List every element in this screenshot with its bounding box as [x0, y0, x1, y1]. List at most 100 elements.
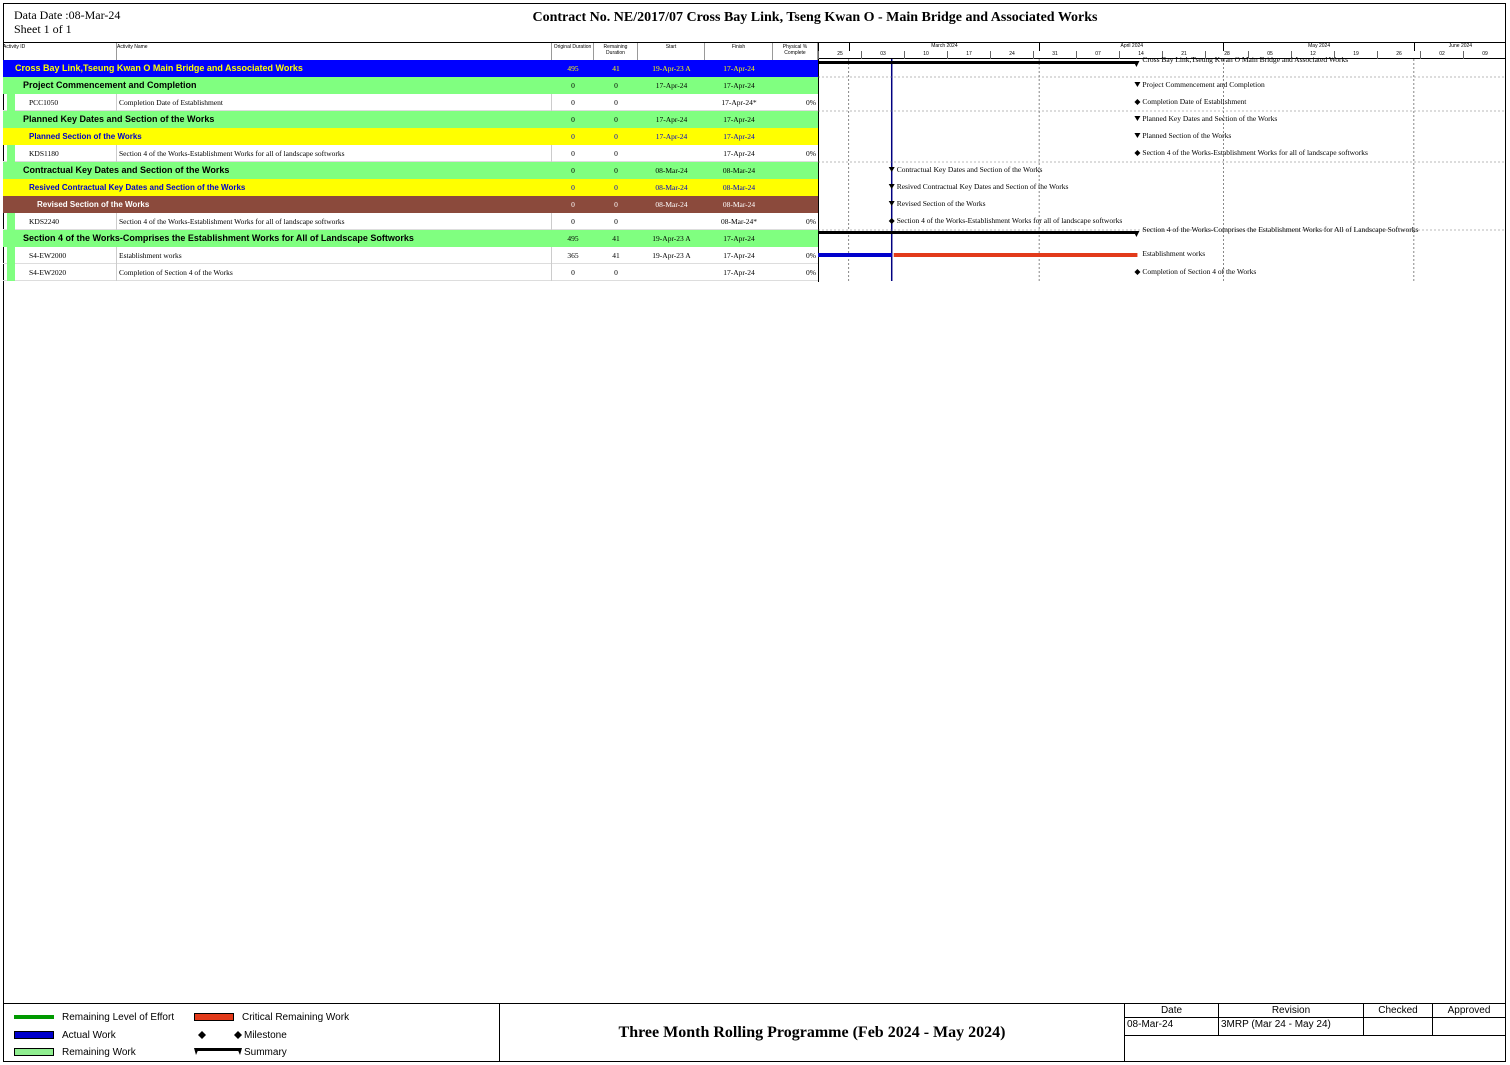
- header-left: Data Date :08-Mar-24 Sheet 1 of 1: [14, 8, 120, 36]
- bar-label: Resived Contractual Key Dates and Sectio…: [896, 182, 1069, 191]
- cell-pct: [773, 179, 818, 196]
- cell-finish: 08-Mar-24: [722, 200, 756, 209]
- activity-id: KDS2240: [29, 213, 117, 230]
- summary-milestone: [888, 201, 895, 206]
- cell-start: 19-Apr-23 A: [652, 64, 691, 73]
- wbs-name: Contractual Key Dates and Section of the…: [23, 165, 230, 175]
- gantt-chart: March 2024 April 2024 May 2024 June 2024 25 0…: [818, 42, 1506, 282]
- column-header: Activity ID Activity Name Original Durat…: [3, 42, 818, 61]
- wbs-name: Cross Bay Link,Tseung Kwan O Main Bridge…: [15, 63, 303, 73]
- wbs-name: Resived Contractual Key Dates and Sectio…: [29, 183, 246, 192]
- wbs-name: Planned Key Dates and Section of the Wor…: [23, 114, 215, 124]
- footer-title: Three Month Rolling Programme (Feb 2024 …: [500, 1003, 1124, 1062]
- indent-strip: [7, 264, 15, 281]
- summary-milestone: [1134, 116, 1141, 121]
- table-row[interactable]: S4-EW2020 Completion of Section 4 of the …: [3, 264, 818, 281]
- actual-work-bar: [818, 253, 892, 257]
- summary-bar: [818, 61, 1138, 64]
- summary-milestone: [888, 184, 895, 189]
- cell-start: 17-Apr-24: [655, 81, 688, 90]
- wbs-row[interactable]: Section 4 of the Works-Comprises the Est…: [3, 230, 818, 247]
- cell-start: [638, 94, 705, 111]
- cell-orig: 0: [571, 81, 575, 90]
- cell-rem: 41: [612, 234, 620, 243]
- activity-id: S4-EW2000: [29, 247, 117, 264]
- activity-name: Section 4 of the Works-Establishment Wor…: [119, 213, 552, 230]
- legend: Remaining Level of Effort Actual Work Re…: [3, 1003, 500, 1062]
- cell-orig: 365: [567, 251, 579, 260]
- bar-label: Contractual Key Dates and Section of the…: [896, 165, 1043, 174]
- cell-rem: 0: [614, 98, 618, 107]
- cell-pct: [773, 60, 818, 77]
- wbs-row[interactable]: Resived Contractual Key Dates and Sectio…: [3, 179, 818, 196]
- activity-id: KDS1180: [29, 145, 117, 162]
- cell-pct: 0%: [806, 98, 816, 107]
- wbs-row[interactable]: Cross Bay Link,Tseung Kwan O Main Bridge…: [3, 60, 818, 77]
- indent-strip: [7, 213, 15, 230]
- cell-finish: 17-Apr-24*: [721, 98, 757, 107]
- summary-bar: [818, 231, 1138, 234]
- wbs-row[interactable]: Contractual Key Dates and Section of the…: [3, 162, 818, 179]
- cell-pct: [773, 196, 818, 213]
- cell-start: [638, 213, 705, 230]
- cell-rem: 0: [614, 166, 618, 175]
- bar-label: Section 4 of the Works-Comprises the Est…: [1142, 225, 1419, 234]
- legend-milestone: Milestone: [194, 1028, 287, 1042]
- bar-label: Project Commencement and Completion: [1142, 80, 1265, 89]
- col-orig-dur[interactable]: Original Duration: [552, 43, 594, 60]
- legend-swatch-critical: [194, 1013, 234, 1021]
- wbs-name: Planned Section of the Works: [29, 132, 142, 141]
- col-pct[interactable]: Physical % Complete: [773, 43, 818, 60]
- cell-orig: 0: [571, 115, 575, 124]
- cell-pct: [773, 128, 818, 145]
- cell-rem: 0: [614, 268, 618, 277]
- cell-orig: 0: [571, 200, 575, 209]
- bar-label: Planned Key Dates and Section of the Wor…: [1142, 114, 1278, 123]
- cell-rem: 0: [614, 81, 618, 90]
- legend-summary: Summary: [194, 1045, 287, 1059]
- legend-label: Summary: [244, 1046, 287, 1058]
- cell-orig: 0: [571, 132, 575, 141]
- wbs-row[interactable]: Planned Key Dates and Section of the Wor…: [3, 111, 818, 128]
- cell-orig: 0: [571, 166, 575, 175]
- cell-start: 19-Apr-23 A: [652, 234, 691, 243]
- table-row[interactable]: S4-EW2000 Establishment works 365 41 19-Apr-…: [3, 247, 818, 264]
- col-rem-dur[interactable]: Remaining Duration: [594, 43, 638, 60]
- summary-milestone: [1134, 133, 1141, 138]
- cell-finish: 08-Mar-24*: [720, 217, 758, 226]
- cell-pct: 0%: [806, 251, 816, 260]
- bar-label: Completion of Section 4 of the Works: [1142, 267, 1257, 276]
- bar-label: Planned Section of the Works: [1142, 131, 1232, 140]
- wbs-name: Project Commencement and Completion: [23, 80, 197, 90]
- col-finish[interactable]: Finish: [705, 43, 773, 60]
- wbs-name: Revised Section of the Works: [37, 200, 150, 209]
- table-row[interactable]: KDS1180 Section 4 of the Works-Establishm…: [3, 145, 818, 162]
- cell-pct: 0%: [806, 149, 816, 158]
- col-activity-name[interactable]: Activity Name: [117, 43, 552, 60]
- wbs-row[interactable]: Project Commencement and Completion 0 0 17-…: [3, 77, 818, 94]
- legend-remaining-effort: Remaining Level of Effort: [14, 1010, 174, 1024]
- cell-finish: 17-Apr-24: [723, 132, 755, 141]
- cell-pct: [773, 111, 818, 128]
- indent-strip: [7, 247, 15, 264]
- col-start[interactable]: Start: [638, 43, 705, 60]
- legend-label: Remaining Work: [62, 1046, 136, 1058]
- cell-finish: 17-Apr-24: [723, 251, 755, 260]
- cell-rem: 0: [614, 132, 618, 141]
- legend-swatch-remaining: [14, 1048, 54, 1056]
- wbs-row[interactable]: Planned Section of the Works 0 0 17-Apr-24 1…: [3, 128, 818, 145]
- wbs-row[interactable]: Revised Section of the Works 0 0 08-Mar-24 0…: [3, 196, 818, 213]
- col-activity-id[interactable]: Activity ID: [3, 43, 117, 60]
- rev-date-header: Date: [1125, 1004, 1219, 1018]
- table-row[interactable]: PCC1050 Completion Date of Establishment 0…: [3, 94, 818, 111]
- bar-label: Revised Section of the Works: [896, 199, 986, 208]
- activity-id: PCC1050: [29, 94, 117, 111]
- milestone-marker: [1134, 269, 1141, 275]
- table-row[interactable]: KDS2240 Section 4 of the Works-Establishm…: [3, 213, 818, 230]
- rev-revision-value: 3MRP (Mar 24 - May 24): [1219, 1018, 1364, 1036]
- cell-orig: 0: [571, 268, 575, 277]
- bar-label: Completion Date of Establishment: [1142, 97, 1247, 106]
- cell-finish: 17-Apr-24: [723, 64, 755, 73]
- rev-date-value: 08-Mar-24: [1125, 1018, 1219, 1036]
- cell-finish: 17-Apr-24: [723, 81, 755, 90]
